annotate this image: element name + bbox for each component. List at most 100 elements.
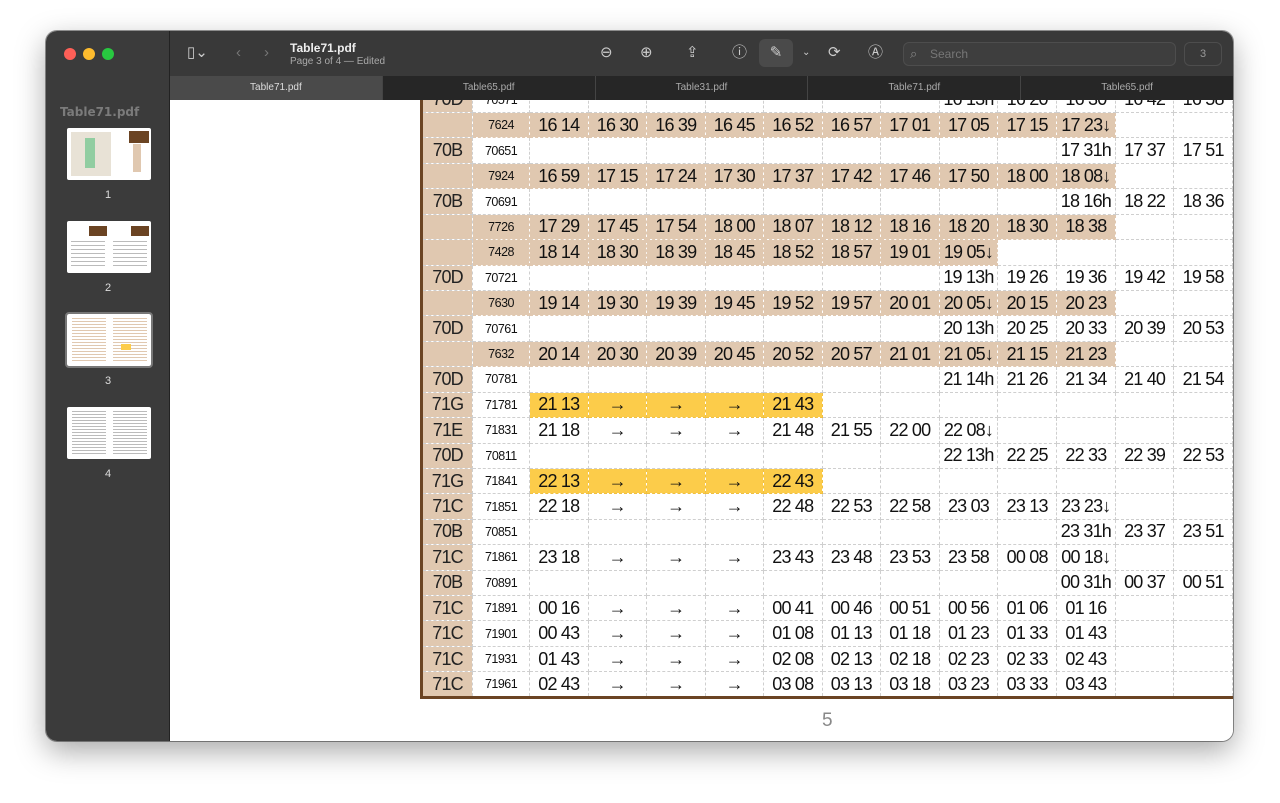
info-icon[interactable]: ⓘ (732, 44, 747, 62)
chevron-back-icon[interactable]: ‹ (236, 44, 241, 62)
time-text: 19 05↓ (943, 241, 994, 262)
time-text: 03 18 (889, 673, 931, 694)
time-cell (938, 391, 999, 419)
time-cell (587, 518, 648, 546)
time-cell: 03 18 (880, 671, 940, 698)
time-cell (1055, 417, 1116, 444)
document-view[interactable]: 70D7057116 13h16 2016 3016 4216 58762416… (170, 100, 1233, 741)
time-cell (646, 188, 706, 215)
markup-pen-icon[interactable]: ✎ (759, 39, 793, 67)
time-text: 16 14 (538, 114, 580, 135)
time-cell: 18 20 (938, 213, 999, 241)
route-cell: 71G (420, 467, 474, 495)
route-cell (420, 239, 474, 266)
time-cell: 18 52 (763, 239, 823, 266)
zoom-out-icon[interactable]: ⊖ (600, 44, 613, 62)
time-cell (646, 264, 706, 291)
time-cell: 22 33 (1055, 442, 1116, 469)
time-cell: 21 40 (1114, 366, 1175, 393)
time-cell (587, 264, 648, 291)
time-text: 17 01 (889, 114, 931, 135)
time-cell: 16 20 (997, 100, 1057, 114)
close-button[interactable] (64, 48, 76, 60)
time-text: 00 51 (1182, 572, 1225, 593)
page-thumbnail-4[interactable] (67, 407, 151, 459)
zoom-in-icon[interactable]: ⊕ (640, 44, 653, 62)
search-input[interactable]: Search (903, 42, 1176, 66)
chevron-forward-icon[interactable]: › (264, 44, 269, 62)
time-text: → (608, 623, 627, 644)
tab-table71-2[interactable]: Table71.pdf (807, 76, 1020, 100)
time-cell: 20 23 (1055, 289, 1116, 317)
pass-through-arrow-cell: → (587, 544, 648, 571)
annotate-icon[interactable]: Ⓐ (868, 44, 883, 62)
train-number-cell: 71961 (472, 671, 531, 698)
rotate-icon[interactable]: ⟳ (828, 44, 841, 62)
time-cell: 19 14 (529, 289, 589, 317)
time-cell: 01 33 (997, 620, 1057, 647)
page-thumbnail-3[interactable] (65, 312, 153, 368)
time-cell: 23 03 (938, 493, 999, 520)
time-cell (704, 137, 765, 164)
time-cell (529, 188, 589, 215)
time-text: 22 58 (889, 496, 931, 517)
tab-table65[interactable]: Table65.pdf (381, 76, 595, 100)
time-cell: 19 13h (938, 264, 999, 291)
sidebar-toggle-icon[interactable]: ▯⌄ (187, 44, 208, 62)
time-text: 23 31h (1060, 521, 1112, 542)
page-number-field[interactable]: 3 (1184, 42, 1222, 66)
time-cell: 18 08↓ (1055, 162, 1116, 190)
tab-table71[interactable]: Table71.pdf (170, 76, 382, 100)
route-cell: 71C (420, 544, 474, 571)
time-cell (1114, 671, 1175, 698)
time-cell: 22 13 (529, 467, 589, 495)
time-cell: 20 25 (997, 315, 1057, 342)
time-cell: 03 13 (821, 671, 882, 698)
time-cell: 17 42 (821, 162, 882, 190)
time-text: 23 48 (830, 546, 873, 567)
time-text: 22 13h (943, 445, 994, 466)
page-thumbnail-2[interactable] (67, 221, 151, 273)
time-cell (646, 100, 706, 114)
time-text: 21 48 (772, 419, 814, 440)
table-row: 70B 70691 18 16h 18 22 18 36 (420, 188, 1233, 215)
time-text: → (608, 546, 627, 567)
time-text: 19 58 (1182, 267, 1225, 288)
time-text: 20 15 (1006, 292, 1049, 313)
time-text: 18 36 (1182, 191, 1225, 211)
table-row: 7632 20 14 20 30 20 39 20 45 20 52 20 57 21 01 2… (420, 340, 1233, 368)
time-cell (1114, 239, 1175, 266)
time-text: 01 18 (889, 623, 931, 644)
tab-table65-2[interactable]: Table65.pdf (1020, 76, 1233, 100)
time-cell (1173, 162, 1233, 190)
table-row: 70D 70721 19 13h 19 26 19 36 19 42 19 58 (420, 264, 1233, 291)
page-thumbnail-1[interactable] (67, 128, 151, 180)
time-cell (1173, 112, 1233, 139)
chevron-down-icon[interactable]: ⌄ (802, 44, 810, 62)
time-cell (529, 569, 589, 597)
time-cell: 02 18 (880, 645, 940, 673)
time-cell (646, 569, 706, 597)
time-cell: 22 08↓ (938, 417, 999, 444)
time-text: 00 51 (889, 597, 931, 618)
time-cell: 01 08 (763, 620, 823, 647)
tab-table31[interactable]: Table31.pdf (594, 76, 808, 100)
time-cell (1173, 645, 1233, 673)
time-text: 18 52 (772, 241, 814, 262)
minimize-button[interactable] (83, 48, 95, 60)
time-cell: 17 37 (763, 162, 823, 190)
time-text: 22 08↓ (943, 419, 994, 440)
time-cell (880, 315, 940, 342)
time-cell: 20 45 (704, 340, 765, 368)
time-cell: 21 05↓ (938, 340, 999, 368)
time-text: 20 52 (772, 343, 814, 364)
time-cell (1055, 467, 1116, 495)
time-cell (880, 442, 940, 469)
train-number-cell: 70811 (472, 442, 531, 469)
train-number-cell: 70891 (472, 569, 531, 597)
time-cell (704, 442, 765, 469)
share-icon[interactable]: ⇪ (686, 44, 699, 62)
zoom-button[interactable] (102, 48, 114, 60)
train-number-cell: 7630 (472, 289, 531, 317)
time-text: 02 08 (772, 648, 814, 669)
